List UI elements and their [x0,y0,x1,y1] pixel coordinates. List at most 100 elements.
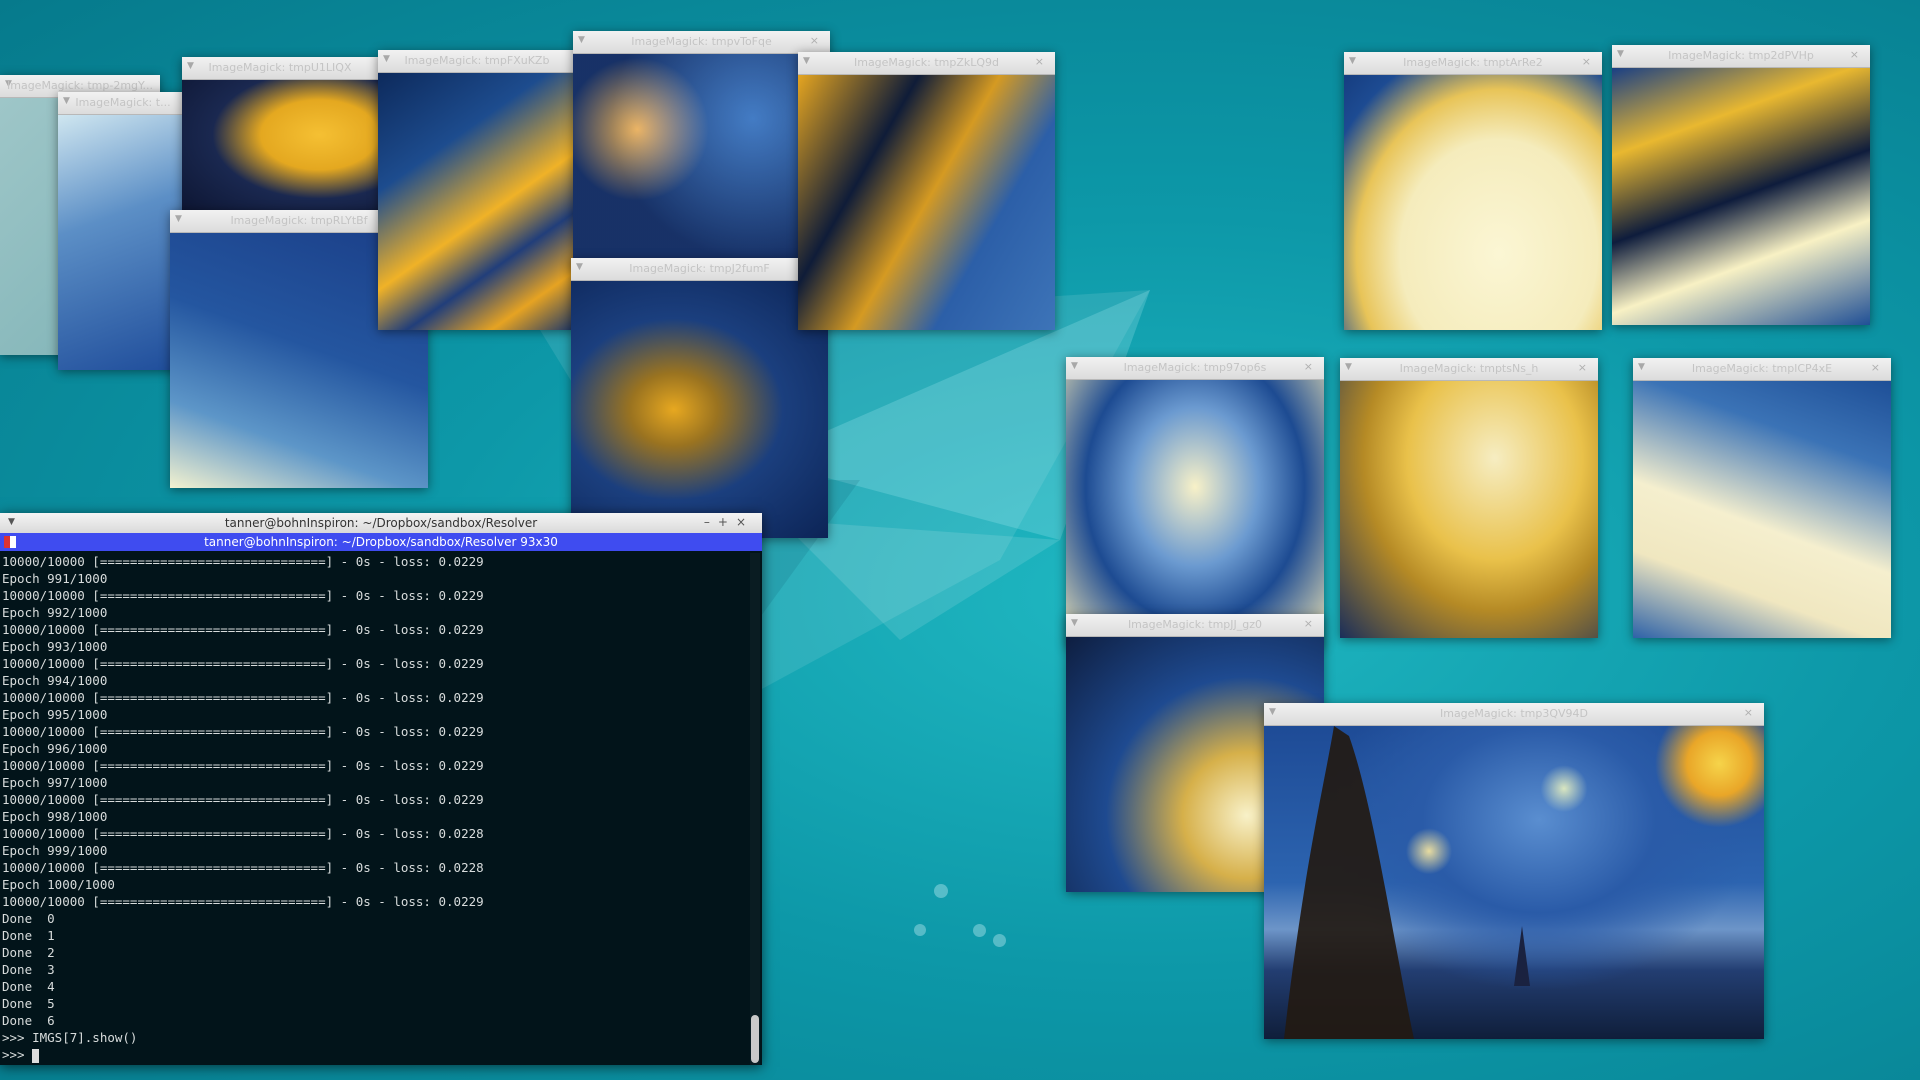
image-window[interactable]: ▼ ImageMagick: tmp97op6s × [1066,357,1324,647]
window-titlebar[interactable]: ▼ ImageMagick: tmpJJ_gz0 × [1066,614,1324,637]
window-title: ImageMagick: tmp97op6s [1123,361,1267,374]
terminal-titlebar[interactable]: ▼ tanner@bohnInspiron: ~/Dropbox/sandbox… [0,513,762,533]
terminal-line: 10000/10000 [===========================… [2,826,484,841]
terminal-scrollbar[interactable] [750,553,760,1065]
window-title: ImageMagick: tmpU1LIQX [208,61,352,74]
window-controls[interactable]: × [1871,361,1885,374]
window-controls[interactable]: × [1744,706,1758,719]
terminal-line: Epoch 1000/1000 [2,877,115,892]
window-controls[interactable]: × [1850,48,1864,61]
terminal-prompt[interactable]: >>> [2,1046,748,1063]
terminal-line: 10000/10000 [===========================… [2,588,484,603]
image-canvas [58,115,188,370]
window-title: ImageMagick: t... [75,96,171,109]
window-title: ImageMagick: tmplCP4xE [1691,362,1833,375]
window-titlebar[interactable]: ▼ ImageMagick: tmpvToFqe × [573,31,830,54]
wallpaper-dot [934,884,948,898]
wallpaper-dot [914,924,926,936]
terminal-line: 10000/10000 [===========================… [2,622,484,637]
image-canvas [1066,380,1324,647]
terminal-line: Done 5 [2,996,55,1011]
terminal-line: 10000/10000 [===========================… [2,894,484,909]
image-canvas [571,281,828,538]
window-title: ImageMagick: tmptsNs_h [1399,362,1539,375]
terminal-line: 10000/10000 [===========================… [2,724,484,739]
image-window[interactable]: ▼ ImageMagick: tmpU1LIQX [182,57,378,217]
xterm-title: tanner@bohnInspiron: ~/Dropbox/sandbox/R… [204,535,558,549]
window-controls[interactable]: × [1035,55,1049,68]
window-controls[interactable]: × [1578,361,1592,374]
terminal-line: Epoch 992/1000 [2,605,108,620]
terminal-line: Epoch 997/1000 [2,775,108,790]
terminal-line: 10000/10000 [===========================… [2,860,484,875]
terminal-line: 10000/10000 [===========================… [2,758,484,773]
terminal-line: 10000/10000 [===========================… [2,690,484,705]
text-cursor [32,1048,40,1063]
terminal-line: Epoch 995/1000 [2,707,108,722]
maximize-icon[interactable]: + [718,515,736,529]
window-titlebar[interactable]: ▼ ImageMagick: tmpFXuKZb [378,50,576,73]
window-title: ImageMagick: tmpJ2fumF [629,262,770,275]
window-titlebar[interactable]: ▼ ImageMagick: tmplCP4xE × [1633,358,1891,381]
window-titlebar[interactable]: ▼ ImageMagick: tmptsNs_h × [1340,358,1598,381]
window-title: ImageMagick: tmpFXuKZb [404,54,550,67]
wallpaper-dot [993,934,1006,947]
terminal-line: 10000/10000 [===========================… [2,554,484,569]
image-window[interactable]: ▼ ImageMagick: tmpFXuKZb [378,50,576,330]
image-canvas [573,54,830,269]
window-title: ImageMagick: tmpvToFqe [631,35,772,48]
image-canvas [378,73,576,330]
terminal-line: Epoch 991/1000 [2,571,108,586]
terminal-line: Epoch 998/1000 [2,809,108,824]
xterm-titlebar[interactable]: tanner@bohnInspiron: ~/Dropbox/sandbox/R… [0,533,762,551]
terminal-window[interactable]: ▼ tanner@bohnInspiron: ~/Dropbox/sandbox… [0,513,762,1065]
terminal-line: Epoch 999/1000 [2,843,108,858]
terminal-line: Done 3 [2,962,55,977]
close-icon[interactable]: × [736,515,754,529]
image-canvas [182,80,378,217]
terminal-line: Done 1 [2,928,55,943]
image-window[interactable]: ▼ ImageMagick: tmplCP4xE × [1633,358,1891,638]
terminal-output[interactable]: 10000/10000 [===========================… [2,553,748,1065]
image-window[interactable]: ▼ ImageMagick: tmp2dPVHp × [1612,45,1870,325]
image-window[interactable]: ▼ ImageMagick: tmpZkLQ9d × [798,52,1055,330]
window-controls[interactable]: –+× [704,515,754,529]
window-titlebar[interactable]: ▼ ImageMagick: tmpU1LIQX [182,57,378,80]
window-titlebar[interactable]: ▼ ImageMagick: tmpZkLQ9d × [798,52,1055,75]
window-titlebar[interactable]: ▼ImageMagick: tmpJ2fumF– [571,258,828,281]
image-window[interactable]: ▼ ImageMagick: tmptsNs_h × [1340,358,1598,638]
window-controls[interactable]: × [1582,55,1596,68]
window-title: ImageMagick: tmpZkLQ9d [853,56,1000,69]
image-window[interactable]: ▼ImageMagick: tmpJ2fumF– [571,258,828,538]
image-window[interactable]: ▼ ImageMagick: t... [58,92,188,370]
window-titlebar[interactable]: ▼ ImageMagick: tmp3QV94D × [1264,703,1764,726]
window-title: ImageMagick: tmpJJ_gz0 [1127,618,1263,631]
window-titlebar[interactable]: ▼ ImageMagick: t... [58,92,188,115]
image-window[interactable]: ▼ ImageMagick: tmpvToFqe × [573,31,830,269]
window-controls[interactable]: × [1304,360,1318,373]
terminal-line: Epoch 994/1000 [2,673,108,688]
window-title: ImageMagick: tmp2dPVHp [1668,49,1814,62]
minimize-icon[interactable]: – [704,515,718,529]
terminal-line: 10000/10000 [===========================… [2,792,484,807]
image-canvas [1344,75,1602,330]
starry-night-image [1264,726,1764,1039]
terminal-line: Done 4 [2,979,55,994]
window-title: ImageMagick: tmptArRe2 [1403,56,1543,69]
scrollbar-thumb[interactable] [751,1015,759,1063]
window-titlebar[interactable]: ▼ ImageMagick: tmp2dPVHp × [1612,45,1870,68]
image-window[interactable]: ▼ ImageMagick: tmptArRe2 × [1344,52,1602,330]
window-title: ImageMagick: tmp-2mgY... [7,79,153,92]
image-window[interactable]: ▼ ImageMagick: tmp3QV94D × [1264,703,1764,1039]
terminal-line: >>> IMGS[7].show() [2,1030,138,1045]
window-titlebar[interactable]: ▼ ImageMagick: tmp97op6s × [1066,357,1324,380]
window-controls[interactable]: × [810,34,824,47]
terminal-line: Done 2 [2,945,55,960]
terminal-title: tanner@bohnInspiron: ~/Dropbox/sandbox/R… [224,516,538,530]
window-titlebar[interactable]: ▼ ImageMagick: tmptArRe2 × [1344,52,1602,75]
image-canvas [1612,68,1870,325]
wallpaper-dot [973,924,986,937]
image-canvas [1633,381,1891,638]
terminal-line: Done 6 [2,1013,55,1028]
window-controls[interactable]: × [1304,617,1318,630]
